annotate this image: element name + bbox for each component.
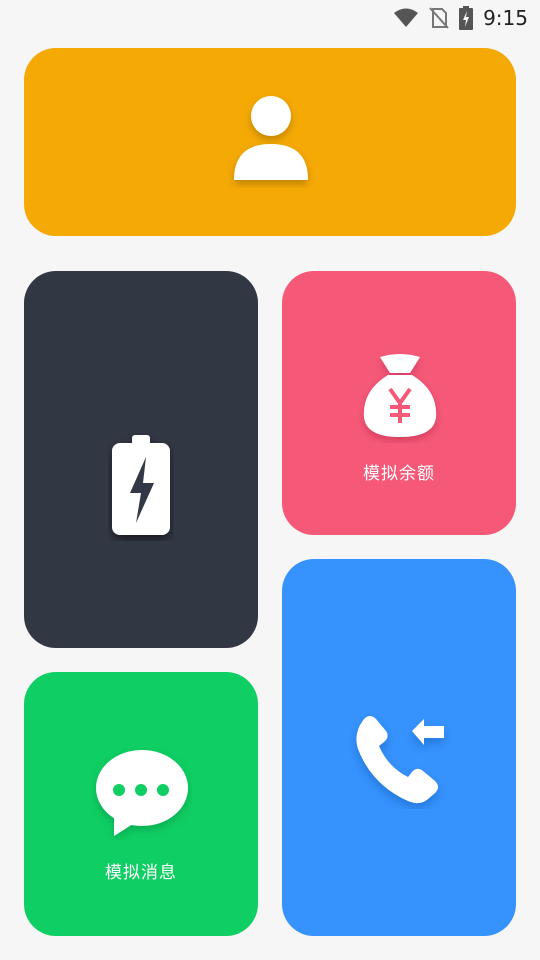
wifi-icon xyxy=(394,8,419,27)
chat-bubble-icon xyxy=(96,750,188,836)
profile-card[interactable] xyxy=(24,48,516,236)
status-bar: 9:15 xyxy=(0,0,540,36)
battery-card[interactable] xyxy=(24,271,258,648)
money-bag-yuan-icon xyxy=(363,354,437,437)
call-card[interactable] xyxy=(282,559,516,936)
incoming-call-icon xyxy=(356,716,444,804)
battery-charging-icon xyxy=(459,6,474,30)
battery-charging-icon xyxy=(112,435,170,535)
money-card[interactable]: 模拟余额 xyxy=(282,271,516,535)
message-card-label: 模拟消息 xyxy=(105,863,177,883)
money-card-label: 模拟余额 xyxy=(363,464,435,484)
status-time: 9:15 xyxy=(483,6,528,30)
status-icons: 9:15 xyxy=(393,0,528,36)
no-sim-icon xyxy=(429,7,449,29)
message-card[interactable]: 模拟消息 xyxy=(24,672,258,936)
user-icon xyxy=(234,96,308,180)
